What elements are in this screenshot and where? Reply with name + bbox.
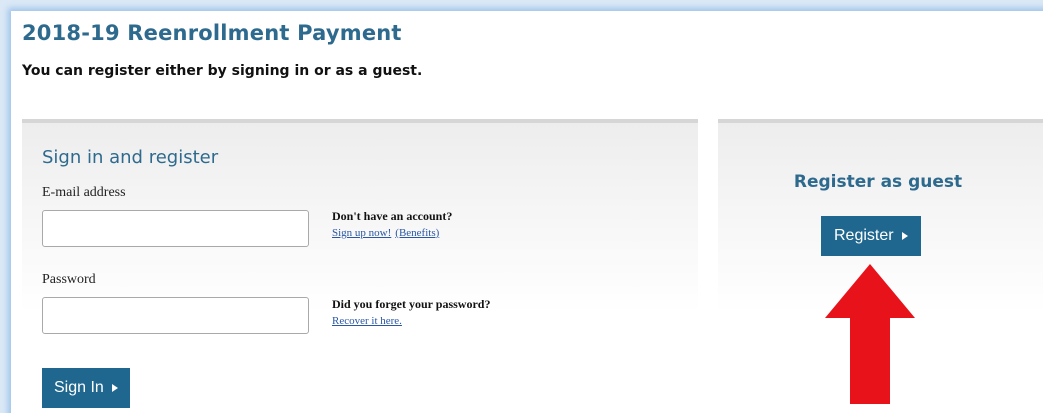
- email-label: E-mail address: [42, 185, 126, 200]
- signup-link[interactable]: Sign up now!: [332, 227, 391, 239]
- triangle-right-icon: [111, 384, 118, 392]
- page-title: 2018-19 Reenrollment Payment: [22, 21, 402, 45]
- sign-in-title: Sign in and register: [42, 147, 219, 168]
- sign-in-panel: Sign in and register E-mail address Don'…: [22, 119, 698, 413]
- email-field[interactable]: [42, 210, 309, 247]
- recover-password-link[interactable]: Recover it here.: [332, 315, 402, 327]
- benefits-link[interactable]: (Benefits): [395, 227, 439, 239]
- sign-in-button-label: Sign In: [54, 379, 104, 396]
- register-button[interactable]: Register: [821, 216, 921, 256]
- page-subtitle: You can register either by signing in or…: [22, 63, 423, 79]
- register-button-label: Register: [834, 227, 894, 244]
- red-up-arrow-icon: [825, 264, 915, 404]
- sign-in-button[interactable]: Sign In: [42, 368, 130, 408]
- password-label: Password: [42, 272, 96, 287]
- signup-help: Don't have an account? Sign up now! (Ben…: [332, 209, 452, 241]
- password-field[interactable]: [42, 297, 309, 334]
- forgot-password-text: Did you forget your password?: [332, 297, 491, 311]
- triangle-right-icon: [901, 232, 908, 240]
- no-account-text: Don't have an account?: [332, 209, 453, 223]
- forgot-help: Did you forget your password? Recover it…: [332, 297, 490, 329]
- guest-title: Register as guest: [793, 172, 963, 192]
